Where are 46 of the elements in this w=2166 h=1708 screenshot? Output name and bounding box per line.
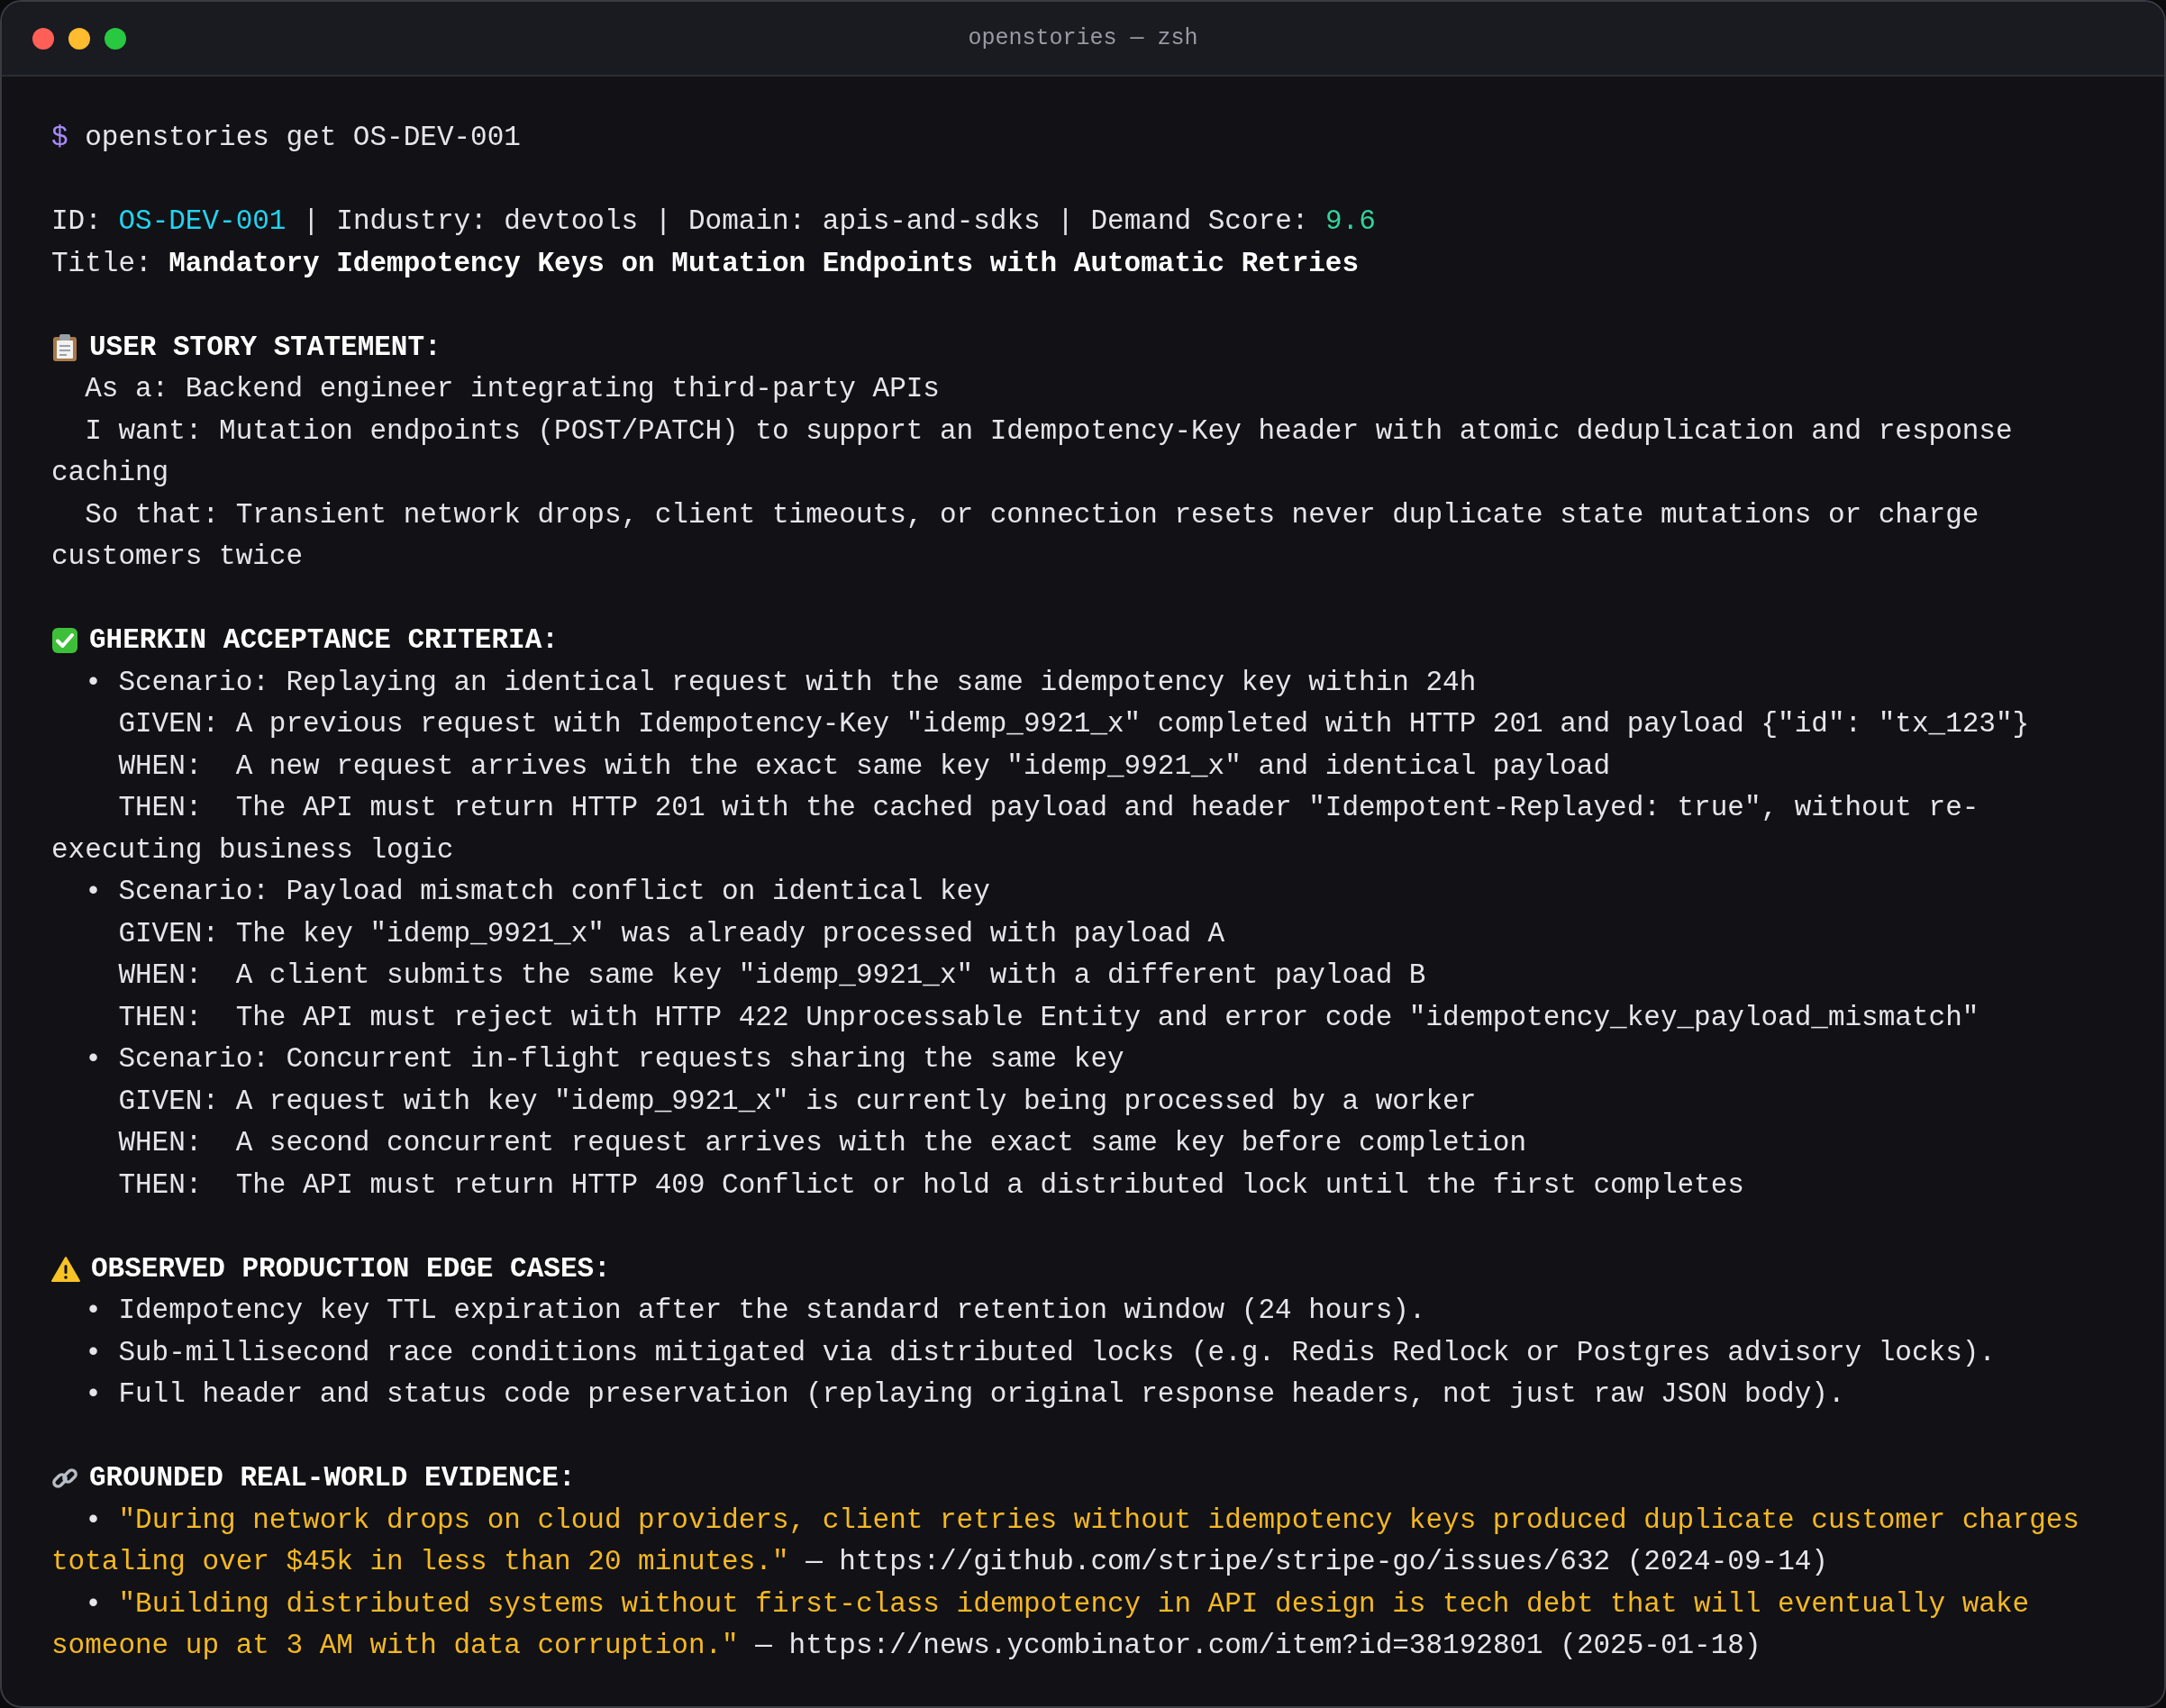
scenario-step: GIVEN: A previous request with Idempotency-Key "idemp_9921_x" completed with HTTP 201 and payload {"id": "tx_123"} [51, 704, 2110, 746]
scenario-step: GIVEN: The key "idemp_9921_x" was already processed with payload A [51, 913, 2110, 955]
field-value: apis-and-sdks [822, 205, 1041, 237]
warning-icon [51, 1255, 80, 1283]
scenario-step: THEN: The API must return HTTP 409 Conflict or hold a distributed lock until the first completes [51, 1164, 2110, 1206]
section-heading: OBSERVED PRODUCTION EDGE CASES: [91, 1251, 611, 1286]
edge-case-item: • Sub-millisecond race conditions mitigated via distributed locks (e.g. Redis Redlock or Postgres advisory locks). [84, 1335, 1997, 1370]
story-title: Mandatory Idempotency Keys on Mutation Endpoints with Automatic Retries [168, 247, 1360, 279]
story-line: So that: Transient network drops, client timeouts, or connection resets never duplicate state mutations or charge customers twice [51, 497, 1980, 574]
zoom-button[interactable] [105, 27, 126, 50]
section-heading: GHERKIN ACCEPTANCE CRITERIA: [89, 623, 559, 658]
window-title: openstories — zsh [968, 23, 1198, 53]
clipboard-icon [51, 332, 78, 362]
field-label: Industry: [336, 205, 487, 237]
scenario-step: THEN: The API must return HTTP 201 with the cached payload and header "Idempotent-Replayed: true", without re-executing business logic [51, 787, 2110, 871]
field-label: Demand Score: [1090, 205, 1309, 237]
field-label: Title: [51, 247, 152, 279]
evidence-item: • "During network drops on cloud providers, client retries without idempotency keys produced duplicate customer charges totaling over $45k in less than 20 minutes." — https://github.com/stripe/stripe-go/issues/632 (2024-09-14) [51, 1503, 2080, 1579]
field-label: ID: [51, 205, 102, 237]
check-mark-icon [51, 627, 78, 655]
separator: | [303, 205, 320, 237]
scenario-step: THEN: The API must reject with HTTP 422 Unprocessable Entity and error code "idempotency_key_payload_mismatch" [51, 996, 2110, 1039]
prompt-symbol: $ [51, 122, 68, 153]
close-button[interactable] [32, 27, 54, 50]
section-heading: GROUNDED REAL-WORLD EVIDENCE: [89, 1461, 576, 1495]
scenario-step: GIVEN: A request with key "idemp_9921_x" is currently being processed by a worker [51, 1080, 2110, 1122]
field-value: devtools [504, 205, 639, 237]
edge-case-item: • Idempotency key TTL expiration after the standard retention window (24 hours). [84, 1294, 1427, 1328]
scenario-step: WHEN: A client submits the same key "idemp_9921_x" with a different payload B [51, 955, 2110, 997]
minimize-button[interactable] [68, 27, 90, 50]
field-label: Domain: [688, 205, 806, 237]
scenario-step: WHEN: A second concurrent request arrives with the exact same key before completion [51, 1122, 2110, 1165]
command-text: openstories get OS-DEV-001 [85, 122, 521, 153]
story-line: I want: Mutation endpoints (POST/PATCH) to support an Idempotency-Key header with atomic deduplication and response caching [51, 413, 2014, 490]
scenario-title: • Scenario: Concurrent in-flight requests sharing the same key [84, 1042, 1125, 1077]
separator: | [654, 205, 672, 237]
scenario-title: • Scenario: Payload mismatch conflict on identical key [84, 875, 991, 909]
edge-case-item: • Full header and status code preservation (replaying original response headers, not just raw JSON body). [84, 1377, 1846, 1412]
field-value: 9.6 [1324, 205, 1376, 237]
scenario-title: • Scenario: Replaying an identical request with the same idempotency key within 24h [84, 665, 1478, 700]
scenario-step: WHEN: A new request arrives with the exact same key "idemp_9921_x" and identical payload [51, 745, 2110, 787]
section-heading: USER STORY STATEMENT: [89, 330, 441, 365]
separator: | [1057, 205, 1074, 237]
evidence-item: • "Building distributed systems without first-class idempotency in API design is tech debt that will eventually wake someone up at 3 AM with data corruption." — https://news.ycombinator.com/item?id=38192801 (2025-01-18) [51, 1586, 2031, 1663]
story-line: As a: Backend engineer integrating third-party APIs [84, 372, 941, 406]
field-value: OS-DEV-001 [118, 205, 287, 237]
